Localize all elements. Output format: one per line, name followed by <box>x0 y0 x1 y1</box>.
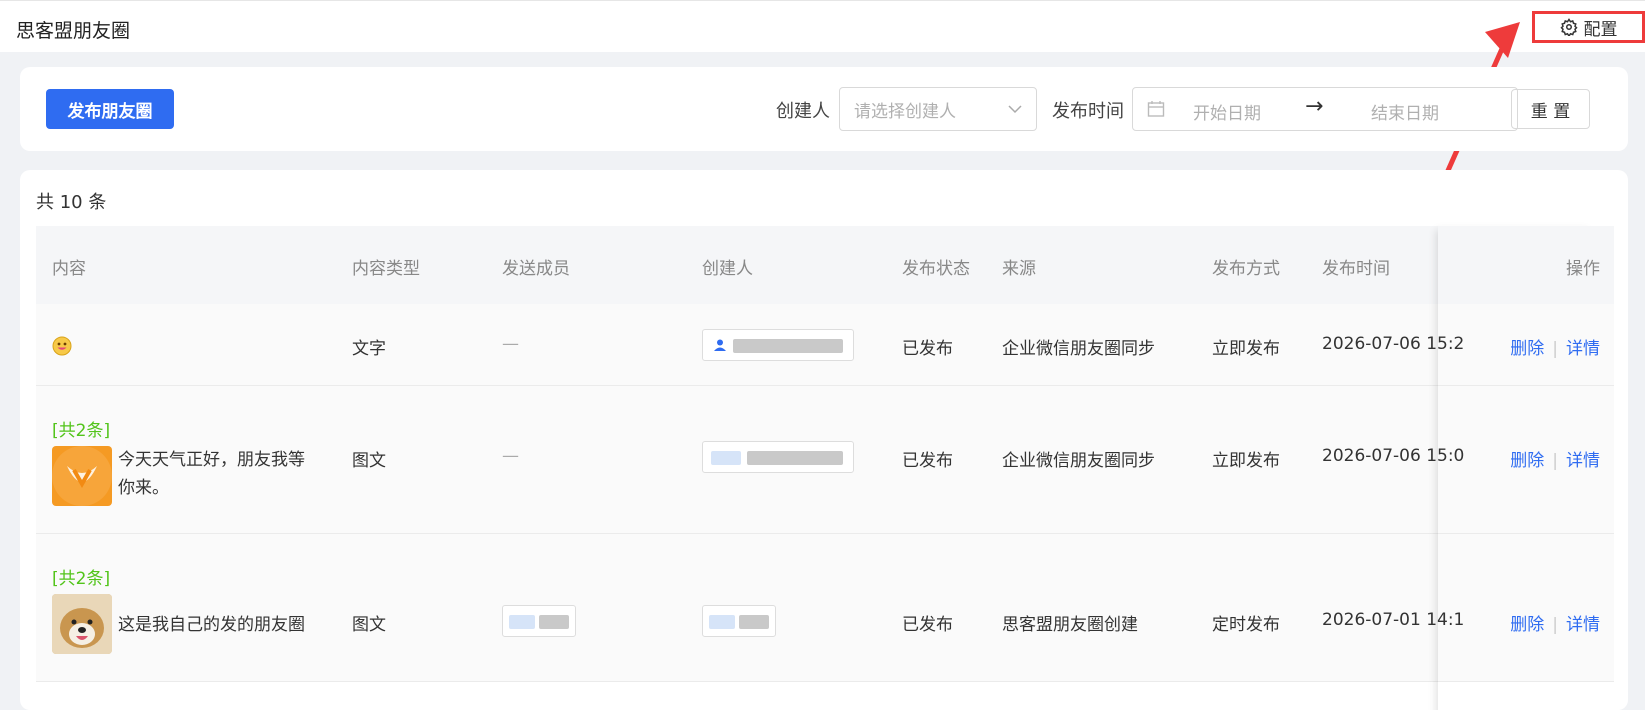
col-content-type: 内容类型 <box>352 259 420 279</box>
action-separator: | <box>1552 615 1558 635</box>
action-separator: | <box>1552 339 1558 359</box>
col-actions: 操作 <box>1566 259 1600 279</box>
col-source: 来源 <box>1002 259 1036 279</box>
delete-link[interactable]: 删除 <box>1510 339 1544 359</box>
member-chip <box>502 605 576 637</box>
chevron-down-icon <box>1008 105 1022 114</box>
publish-moment-button[interactable]: 发布朋友圈 <box>46 89 174 129</box>
range-arrow-icon: → <box>1305 94 1324 119</box>
reset-button[interactable]: 重 置 <box>1511 89 1590 129</box>
col-status: 发布状态 <box>902 259 970 279</box>
publish-method: 立即发布 <box>1212 339 1280 359</box>
config-label: 配置 <box>1583 19 1618 40</box>
col-method: 发布方式 <box>1212 259 1280 279</box>
col-creator: 创建人 <box>702 259 753 279</box>
publish-method: 立即发布 <box>1212 451 1280 471</box>
row-actions: 删除 | 详情 <box>1510 610 1600 635</box>
members: — <box>502 334 519 354</box>
dog-photo-icon <box>52 594 112 654</box>
post-text: 今天天气正好，朋友我等你来。 <box>118 450 305 498</box>
detail-link[interactable]: 详情 <box>1566 451 1600 471</box>
content-type: 文字 <box>352 339 386 359</box>
emoji-icon <box>52 336 72 356</box>
source: 思客盟朋友圈创建 <box>1002 615 1138 635</box>
item-count-tag: [共2条] <box>52 569 111 589</box>
time-filter-label: 发布时间 <box>1052 101 1124 122</box>
item-count-tag: [共2条] <box>52 421 111 441</box>
gear-icon <box>1559 18 1578 36</box>
page-title: 思客盟朋友圈 <box>16 20 131 42</box>
action-separator: | <box>1552 451 1558 471</box>
source: 企业微信朋友圈同步 <box>1002 339 1155 359</box>
calendar-icon <box>1147 101 1165 117</box>
blurred-name <box>739 615 769 629</box>
moments-list: 共 10 条 内容 内容类型 发送成员 创建人 发布状态 来源 发布方式 发布时… <box>20 170 1628 710</box>
blurred-avatar <box>709 615 735 629</box>
total-count: 共 10 条 <box>36 192 107 213</box>
publish-method: 定时发布 <box>1212 615 1280 635</box>
row-actions: 删除 | 详情 <box>1510 334 1600 359</box>
table-row: [共2条] 这是我自己的发的朋友圈 图文 已发布 思客盟朋友圈创建 定时发布 2… <box>36 534 1614 682</box>
source: 企业微信朋友圈同步 <box>1002 451 1155 471</box>
brand-logo-icon <box>52 446 112 506</box>
publish-status: 已发布 <box>902 451 953 471</box>
creator-select-placeholder: 请选择创建人 <box>854 101 956 122</box>
blurred-name <box>539 615 569 629</box>
publish-status: 已发布 <box>902 339 953 359</box>
user-icon <box>714 339 726 351</box>
col-time: 发布时间 <box>1322 259 1390 279</box>
row-actions: 删除 | 详情 <box>1510 446 1600 471</box>
publish-status: 已发布 <box>902 615 953 635</box>
content-type: 图文 <box>352 615 386 635</box>
config-button[interactable]: 配置 <box>1532 11 1645 43</box>
publish-time: 2026-07-01 14:1 <box>1322 610 1465 630</box>
moments-table: 内容 内容类型 发送成员 创建人 发布状态 来源 发布方式 发布时间 操作 文字… <box>36 226 1614 682</box>
col-members: 发送成员 <box>502 259 570 279</box>
post-text: 这是我自己的发的朋友圈 <box>118 615 305 635</box>
col-content: 内容 <box>52 259 86 279</box>
table-header: 内容 内容类型 发送成员 创建人 发布状态 来源 发布方式 发布时间 操作 <box>36 226 1614 304</box>
detail-link[interactable]: 详情 <box>1566 339 1600 359</box>
filter-bar: 发布朋友圈 创建人 请选择创建人 发布时间 开始日期 → 结束日期 重 置 <box>20 67 1628 151</box>
blurred-name <box>747 451 843 465</box>
creator-chip <box>702 441 854 473</box>
delete-link[interactable]: 删除 <box>1510 451 1544 471</box>
creator-select[interactable]: 请选择创建人 <box>839 87 1037 131</box>
start-date-input[interactable]: 开始日期 <box>1193 99 1261 124</box>
creator-chip <box>702 605 776 637</box>
publish-time: 2026-07-06 15:0 <box>1322 446 1465 466</box>
post-thumbnail <box>52 446 112 506</box>
delete-link[interactable]: 删除 <box>1510 615 1544 635</box>
post-thumbnail <box>52 594 112 654</box>
table-row: [共2条] 今天天气正好，朋友我等你来。 图文 — 已发布 企业微信朋友圈同步 … <box>36 386 1614 534</box>
blurred-avatar <box>509 615 535 629</box>
members: — <box>502 446 519 466</box>
top-bar: 思客盟朋友圈 配置 <box>0 0 1645 52</box>
end-date-input[interactable]: 结束日期 <box>1371 99 1439 124</box>
table-row: 文字 — 已发布 企业微信朋友圈同步 立即发布 2026-07-06 15:2 … <box>36 304 1614 386</box>
blurred-avatar <box>711 451 741 465</box>
detail-link[interactable]: 详情 <box>1566 615 1600 635</box>
blurred-name <box>733 339 843 353</box>
publish-time: 2026-07-06 15:2 <box>1322 334 1465 354</box>
creator-chip <box>702 329 854 361</box>
date-range-picker[interactable]: 开始日期 → 结束日期 <box>1132 87 1518 131</box>
content-type: 图文 <box>352 451 386 471</box>
creator-filter-label: 创建人 <box>776 101 830 122</box>
